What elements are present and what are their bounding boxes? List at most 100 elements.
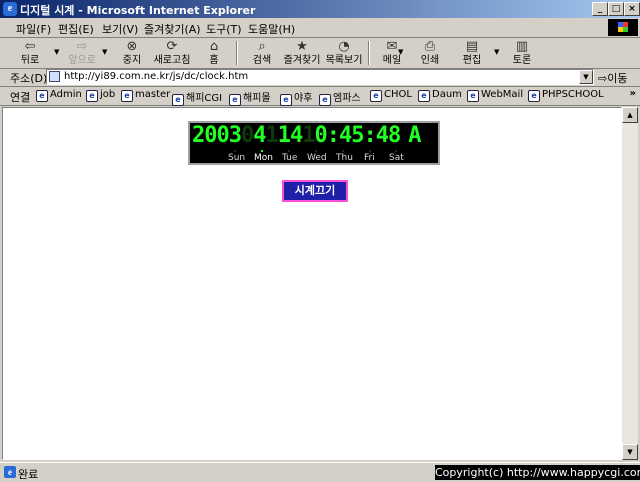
link-item[interactable]: e CHOL	[370, 89, 412, 102]
vertical-scrollbar[interactable]: ▲ ▼	[622, 107, 638, 460]
weekday-label: Sat	[389, 153, 404, 163]
edit-dropdown-icon[interactable]: ▼	[494, 48, 499, 56]
forward-dropdown-icon[interactable]: ▼	[102, 48, 107, 56]
refresh-icon: ⟳	[166, 39, 178, 54]
window-title: 디지털 시계 - Microsoft Internet Explorer	[20, 4, 256, 17]
print-button[interactable]: ⎙ 인쇄	[410, 39, 450, 67]
link-item[interactable]: e Daum	[418, 89, 462, 102]
menu-edit[interactable]: 편집(E)	[58, 21, 94, 37]
weekday-indicator	[261, 150, 263, 152]
discuss-button[interactable]: ▥ 토론	[502, 39, 542, 67]
link-page-icon: e	[528, 90, 540, 102]
links-more-icon[interactable]: »	[630, 88, 636, 99]
clock-display: 20030411410:45:48 A	[192, 124, 436, 147]
page-content: 20030411410:45:48 A Sun Mon Tue Wed Thu F…	[2, 107, 622, 460]
history-button[interactable]: ◔ 목록보기	[324, 39, 364, 67]
home-icon: ⌂	[209, 39, 219, 54]
menu-favorites[interactable]: 즐겨찾기(A)	[144, 21, 201, 37]
link-page-icon: e	[121, 90, 133, 102]
stop-label: 중지	[122, 55, 142, 66]
favorites-folder-icon: ★	[296, 39, 308, 54]
back-label: 뒤로	[20, 55, 40, 66]
address-bar: 주소(D) http://yi89.com.ne.kr/js/dc/clock.…	[0, 68, 640, 87]
weekday-indicator	[288, 150, 290, 152]
home-button[interactable]: ⌂ 홈	[194, 39, 234, 67]
favorites-button[interactable]: ★ 즐겨찾기	[282, 39, 322, 67]
link-page-icon: e	[280, 94, 292, 106]
print-label: 인쇄	[420, 55, 440, 66]
weekday-indicator	[234, 150, 236, 152]
link-item[interactable]: e 해피CGI	[172, 89, 222, 106]
home-label: 홈	[209, 55, 219, 66]
link-page-icon: e	[86, 90, 98, 102]
link-item[interactable]: e PHPSCHOOL	[528, 89, 604, 102]
menu-tools[interactable]: 도구(T)	[206, 21, 242, 37]
mail-label: 메일	[382, 55, 402, 66]
weekday-label: Thu	[336, 153, 353, 163]
clock-month-unlit-digit: 0	[240, 123, 254, 148]
links-label: 연결	[10, 91, 31, 104]
menu-file[interactable]: 파일(F)	[16, 21, 51, 37]
link-item[interactable]: e WebMail	[467, 89, 523, 102]
toolbar-separator	[236, 41, 238, 65]
printer-icon: ⎙	[424, 39, 436, 54]
page-icon	[49, 71, 60, 82]
word-edit-icon: ▤	[465, 39, 479, 54]
scroll-up-icon[interactable]: ▲	[622, 107, 638, 123]
scroll-down-icon[interactable]: ▼	[622, 444, 638, 460]
weekday-label: Sun	[228, 153, 246, 163]
clock-off-button[interactable]: 시계끄기	[282, 180, 348, 202]
link-item[interactable]: e master	[121, 89, 170, 102]
mail-icon: ✉	[386, 39, 398, 54]
forward-label: 앞으로	[68, 55, 96, 66]
address-dropdown-icon[interactable]: ▼	[579, 70, 593, 84]
close-button[interactable]: ×	[624, 2, 640, 16]
link-item[interactable]: e Admin	[36, 89, 82, 102]
stop-icon: ⊗	[126, 39, 138, 54]
refresh-label: 새로고침	[153, 55, 191, 66]
back-arrow-icon: ⇦	[24, 39, 36, 54]
page-status-icon: e	[4, 466, 16, 478]
refresh-button[interactable]: ⟳ 새로고침	[152, 39, 192, 67]
ie-logo-icon: e	[3, 2, 17, 16]
clock-time: 0:45:48	[314, 123, 401, 148]
clock-year: 2003	[192, 123, 242, 148]
discuss-label: 토론	[512, 55, 532, 66]
link-page-icon: e	[172, 94, 184, 106]
menu-view[interactable]: 보기(V)	[102, 21, 138, 37]
forward-button[interactable]: ⇨ 앞으로	[62, 39, 102, 67]
clock-day-unlit-digit: 1	[265, 123, 278, 148]
digital-clock: 20030411410:45:48 A Sun Mon Tue Wed Thu F…	[188, 121, 440, 165]
mail-dropdown-icon[interactable]: ▼	[398, 48, 403, 56]
link-page-icon: e	[467, 90, 479, 102]
stop-button[interactable]: ⊗ 중지	[112, 39, 152, 67]
back-dropdown-icon[interactable]: ▼	[54, 48, 59, 56]
link-item[interactable]: e 엠파스	[319, 89, 361, 106]
link-item[interactable]: e 해피몰	[229, 89, 271, 106]
toolbar-separator	[368, 41, 370, 65]
address-input[interactable]: http://yi89.com.ne.kr/js/dc/clock.htm ▼	[46, 69, 594, 85]
favorites-label: 즐겨찾기	[283, 55, 321, 66]
back-button[interactable]: ⇦ 뒤로	[10, 39, 50, 67]
search-button[interactable]: ⌕ 검색	[242, 39, 282, 67]
search-icon: ⌕	[258, 39, 266, 54]
forward-arrow-icon: ⇨	[76, 39, 88, 54]
link-page-icon: e	[319, 94, 331, 106]
clock-hour-unlit-digit: 1	[302, 123, 315, 148]
address-url[interactable]: http://yi89.com.ne.kr/js/dc/clock.htm	[64, 71, 248, 82]
weekday-label: Wed	[307, 153, 327, 163]
menu-help[interactable]: 도움말(H)	[248, 21, 295, 37]
discuss-icon: ▥	[515, 39, 529, 54]
edit-label: 편집	[462, 55, 482, 66]
go-button[interactable]: ⇨이동	[598, 70, 627, 86]
minimize-button[interactable]: _	[592, 2, 608, 16]
link-item[interactable]: e job	[86, 89, 115, 102]
mail-button[interactable]: ✉ 메일	[372, 39, 412, 67]
standard-toolbar: ⇦ 뒤로 ▼ ⇨ 앞으로 ▼ ⊗ 중지 ⟳ 새로고침 ⌂ 홈 ⌕ 검색 ★ 즐겨…	[0, 38, 640, 69]
menu-bar: 파일(F) 편집(E) 보기(V) 즐겨찾기(A) 도구(T) 도움말(H)	[0, 18, 640, 38]
maximize-button[interactable]: □	[608, 2, 624, 16]
go-label: 이동	[607, 72, 628, 85]
edit-button[interactable]: ▤ 편집	[452, 39, 492, 67]
weekday-indicator	[369, 150, 371, 152]
link-item[interactable]: e 야후	[280, 89, 312, 106]
